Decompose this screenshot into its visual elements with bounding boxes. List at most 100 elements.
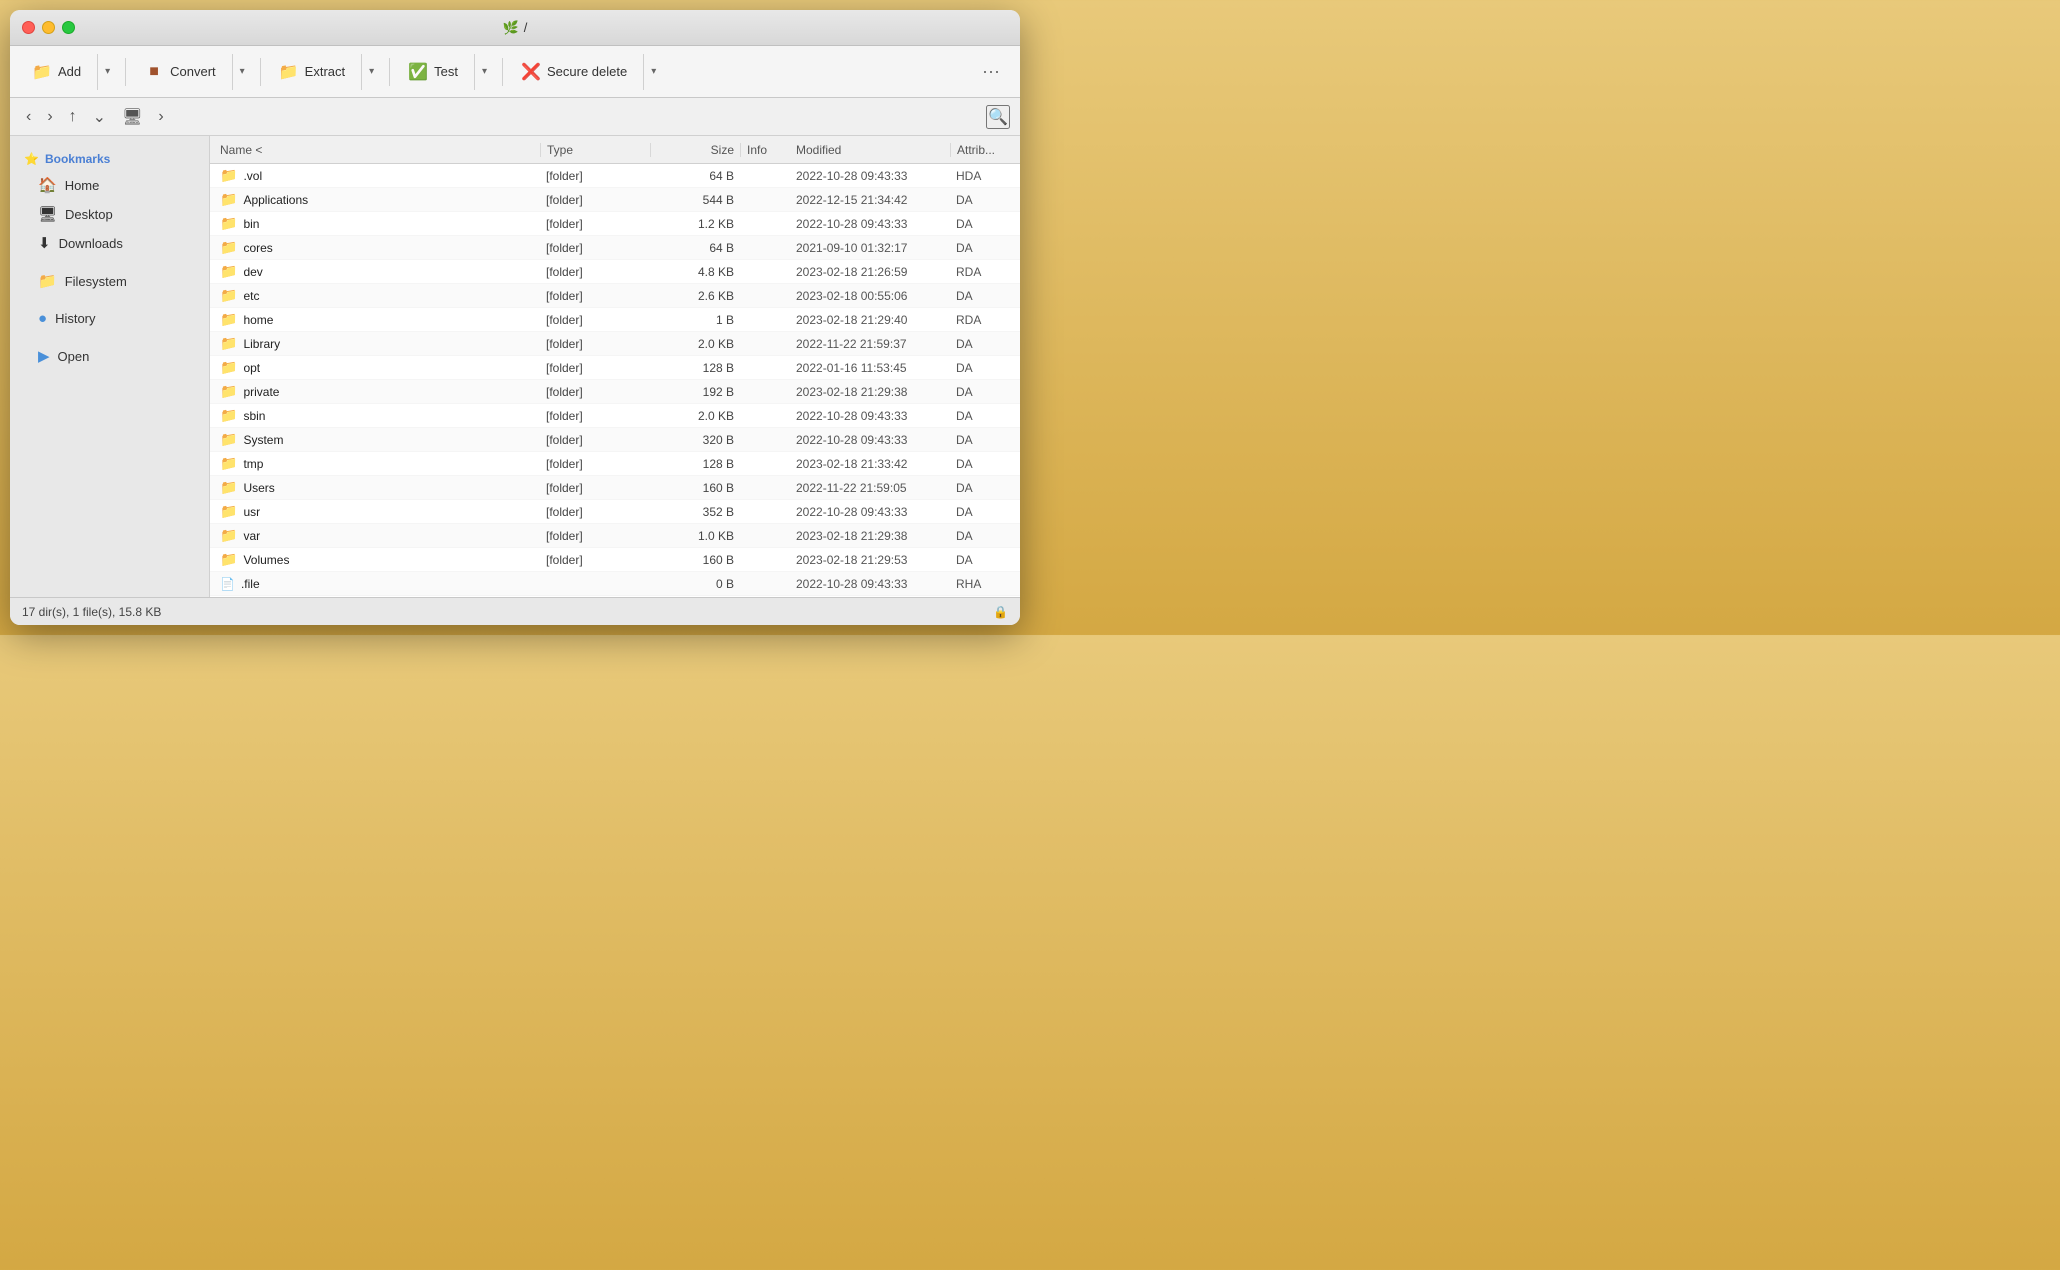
folder-icon: 📁 [220,191,237,208]
sidebar-item-desktop[interactable]: 🖥 Desktop [14,200,205,228]
cell-name: 📄 .file [210,577,540,591]
sidebar-item-history[interactable]: ● History [14,305,205,332]
table-row[interactable]: 📁 dev [folder] 4.8 KB 2023-02-18 21:26:5… [210,260,1020,284]
table-row[interactable]: 📁 etc [folder] 2.6 KB 2023-02-18 00:55:0… [210,284,1020,308]
table-row[interactable]: 📁 cores [folder] 64 B 2021-09-10 01:32:1… [210,236,1020,260]
folder-icon: 📁 [220,239,237,256]
table-row[interactable]: 📁 var [folder] 1.0 KB 2023-02-18 21:29:3… [210,524,1020,548]
cell-name: 📁 .vol [210,167,540,184]
bookmarks-icon: ⭐ [24,152,39,166]
sidebar-item-filesystem[interactable]: 📁 Filesystem [14,267,205,295]
table-row[interactable]: 📁 home [folder] 1 B 2023-02-18 21:29:40 … [210,308,1020,332]
up-button[interactable]: ↑ [63,105,83,129]
cell-type: [folder] [540,313,650,327]
table-row[interactable]: 📁 sbin [folder] 2.0 KB 2022-10-28 09:43:… [210,404,1020,428]
close-button[interactable] [22,21,35,34]
table-row[interactable]: 📁 private [folder] 192 B 2023-02-18 21:2… [210,380,1020,404]
sidebar-item-home[interactable]: 🏠 Home [14,171,205,199]
cell-modified: 2022-11-22 21:59:37 [790,337,950,351]
folder-icon: 📁 [220,551,237,568]
table-row[interactable]: 📁 tmp [folder] 128 B 2023-02-18 21:33:42… [210,452,1020,476]
folder-icon: 📁 [220,359,237,376]
cell-type: [folder] [540,217,650,231]
table-row[interactable]: 📁 Library [folder] 2.0 KB 2022-11-22 21:… [210,332,1020,356]
cell-attrib: DA [950,385,1020,399]
test-dropdown[interactable]: ▾ [474,54,494,90]
search-button[interactable]: 🔍 [986,105,1010,129]
table-row[interactable]: 📁 opt [folder] 128 B 2022-01-16 11:53:45… [210,356,1020,380]
table-row[interactable]: 📁 Volumes [folder] 160 B 2023-02-18 21:2… [210,548,1020,572]
sidebar: ⭐ Bookmarks 🏠 Home 🖥 Desktop ⬇ Downloads… [10,136,210,597]
column-size: Size [650,143,740,157]
table-row[interactable]: 📁 usr [folder] 352 B 2022-10-28 09:43:33… [210,500,1020,524]
file-name: sbin [243,409,265,423]
folder-icon: 📁 [220,455,237,472]
main-window: 🌿 / 📁 Add ▾ ■ Convert ▾ 📁 Extract ▾ ✅ Te… [10,10,1020,625]
column-type: Type [540,143,650,157]
sidebar-item-downloads[interactable]: ⬇ Downloads [14,229,205,257]
forward-button[interactable]: › [41,105,58,129]
file-name: Library [243,337,280,351]
minimize-button[interactable] [42,21,55,34]
table-row[interactable]: 📁 bin [folder] 1.2 KB 2022-10-28 09:43:3… [210,212,1020,236]
sidebar-item-home-label: Home [65,178,100,193]
table-row[interactable]: 📁 Applications [folder] 544 B 2022-12-15… [210,188,1020,212]
file-name: home [243,313,273,327]
dropdown-nav-button[interactable]: ⌄ [87,104,112,130]
cell-size: 320 B [650,433,740,447]
maximize-button[interactable] [62,21,75,34]
cell-attrib: DA [950,241,1020,255]
table-row[interactable]: 📁 Users [folder] 160 B 2022-11-22 21:59:… [210,476,1020,500]
table-row[interactable]: 📁 System [folder] 320 B 2022-10-28 09:43… [210,428,1020,452]
secure-delete-dropdown[interactable]: ▾ [643,54,663,90]
cell-size: 4.8 KB [650,265,740,279]
main-content: ⭐ Bookmarks 🏠 Home 🖥 Desktop ⬇ Downloads… [10,136,1020,597]
file-name: cores [243,241,272,255]
separator-2 [260,58,261,86]
cell-name: 📁 private [210,383,540,400]
sidebar-item-history-label: History [55,311,95,326]
cell-size: 2.0 KB [650,409,740,423]
add-label: Add [58,64,81,79]
cell-attrib: RDA [950,265,1020,279]
add-button[interactable]: 📁 Add [22,54,91,90]
add-dropdown[interactable]: ▾ [97,54,117,90]
statusbar: 17 dir(s), 1 file(s), 15.8 KB 🔒 [10,597,1020,625]
extract-button[interactable]: 📁 Extract [269,54,355,90]
test-button[interactable]: ✅ Test [398,54,468,90]
cell-modified: 2023-02-18 21:29:53 [790,553,950,567]
sidebar-item-open[interactable]: ▶ Open [14,342,205,370]
file-list-header: Name < Type Size Info Modified Attrib...… [210,136,1020,164]
extract-dropdown[interactable]: ▾ [361,54,381,90]
column-name[interactable]: Name < [210,143,540,157]
convert-button[interactable]: ■ Convert [134,54,226,90]
more-button[interactable]: ··· [974,56,1008,87]
sidebar-divider-1 [10,258,209,266]
next-nav-button[interactable]: › [152,105,169,129]
cell-type: [folder] [540,169,650,183]
titlebar: 🌿 / [10,10,1020,46]
table-row[interactable]: 📁 .vol [folder] 64 B 2022-10-28 09:43:33… [210,164,1020,188]
computer-nav-button[interactable]: 🖥 [116,104,148,130]
secure-delete-button[interactable]: ❌ Secure delete [511,54,637,90]
cell-type: [folder] [540,529,650,543]
cell-modified: 2021-09-10 01:32:17 [790,241,950,255]
folder-icon: 📁 [220,167,237,184]
cell-attrib: DA [950,217,1020,231]
cell-attrib: DA [950,289,1020,303]
cell-name: 📁 System [210,431,540,448]
cell-type: [folder] [540,337,650,351]
folder-icon: 📁 [220,335,237,352]
folder-icon: 📁 [220,287,237,304]
cell-modified: 2022-11-22 21:59:05 [790,481,950,495]
extract-icon: 📁 [279,62,299,82]
cell-size: 160 B [650,481,740,495]
cell-attrib: DA [950,481,1020,495]
back-button[interactable]: ‹ [20,105,37,129]
cell-name: 📁 dev [210,263,540,280]
table-row[interactable]: 📄 .file 0 B 2022-10-28 09:43:33 RHA [210,572,1020,596]
cell-size: 352 B [650,505,740,519]
cell-modified: 2023-02-18 21:29:40 [790,313,950,327]
cell-size: 2.0 KB [650,337,740,351]
convert-dropdown[interactable]: ▾ [232,54,252,90]
